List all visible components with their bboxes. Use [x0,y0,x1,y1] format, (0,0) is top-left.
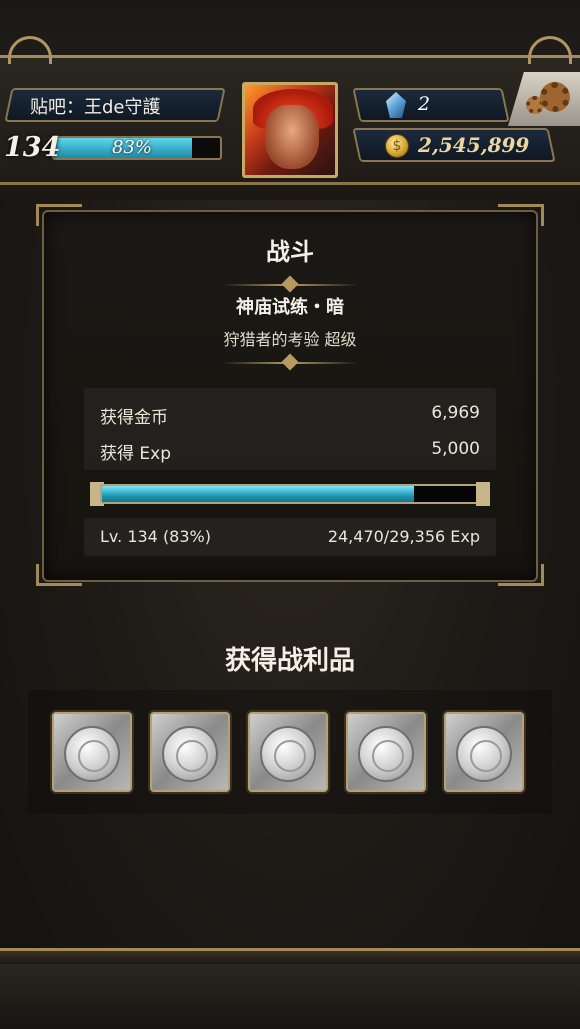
panel-corner-tl [36,204,82,226]
loot-item[interactable] [444,712,524,792]
panel-corner-bl [36,564,82,586]
silver-coin-icon [456,726,512,782]
bottom-frame [0,948,580,964]
loot-title: 获得战利品 [224,646,355,676]
level-percent: Lv. 134 (83%) [100,527,211,546]
loot-item[interactable] [248,712,328,792]
gear-icon [540,82,570,112]
gold-coin-icon: $ [385,134,409,158]
avatar-face [265,105,319,169]
bottom-zone [0,964,580,1029]
stage-name: 神庙试练・暗 [236,297,344,318]
exp-progress-bar [100,484,480,504]
reward-exp-label: 获得 Exp [100,444,171,464]
reward-gold-label: 获得金币 [100,408,168,428]
gold-count: 2,545,899 [418,133,530,157]
panel-corner-tr [498,204,544,226]
exp-total: 24,470/29,356 Exp [327,527,480,546]
silver-coin-icon [64,726,120,782]
exp-progress-fill [102,486,415,502]
stage-subtitle: 狩猎者的考验 超级 [223,330,357,349]
player-xp-percent: 83% [111,137,152,158]
panel-corner-br [498,564,544,586]
silver-coin-icon [260,726,316,782]
loot-item[interactable] [52,712,132,792]
player-avatar[interactable] [242,82,338,178]
reward-exp-value: 5,000 [431,439,480,459]
loot-item[interactable] [150,712,230,792]
loot-item[interactable] [346,712,426,792]
reward-row-exp: 获得 Exp 5,000 [100,439,480,464]
reward-row-gold: 获得金币 6,969 [100,403,480,428]
player-level: 134 [4,132,61,163]
silver-coin-icon [162,726,218,782]
exp-bar-cap-right [476,482,490,506]
level-row: Lv. 134 (83%) 24,470/29,356 Exp [100,527,480,546]
battle-title: 战斗 [266,238,314,266]
reward-gold-value: 6,969 [431,403,480,423]
gem-count: 2 [418,93,431,115]
silver-coin-icon [358,726,414,782]
gem-counter-bar[interactable] [352,88,510,122]
player-name: 贴吧：王de守護 [30,97,161,118]
